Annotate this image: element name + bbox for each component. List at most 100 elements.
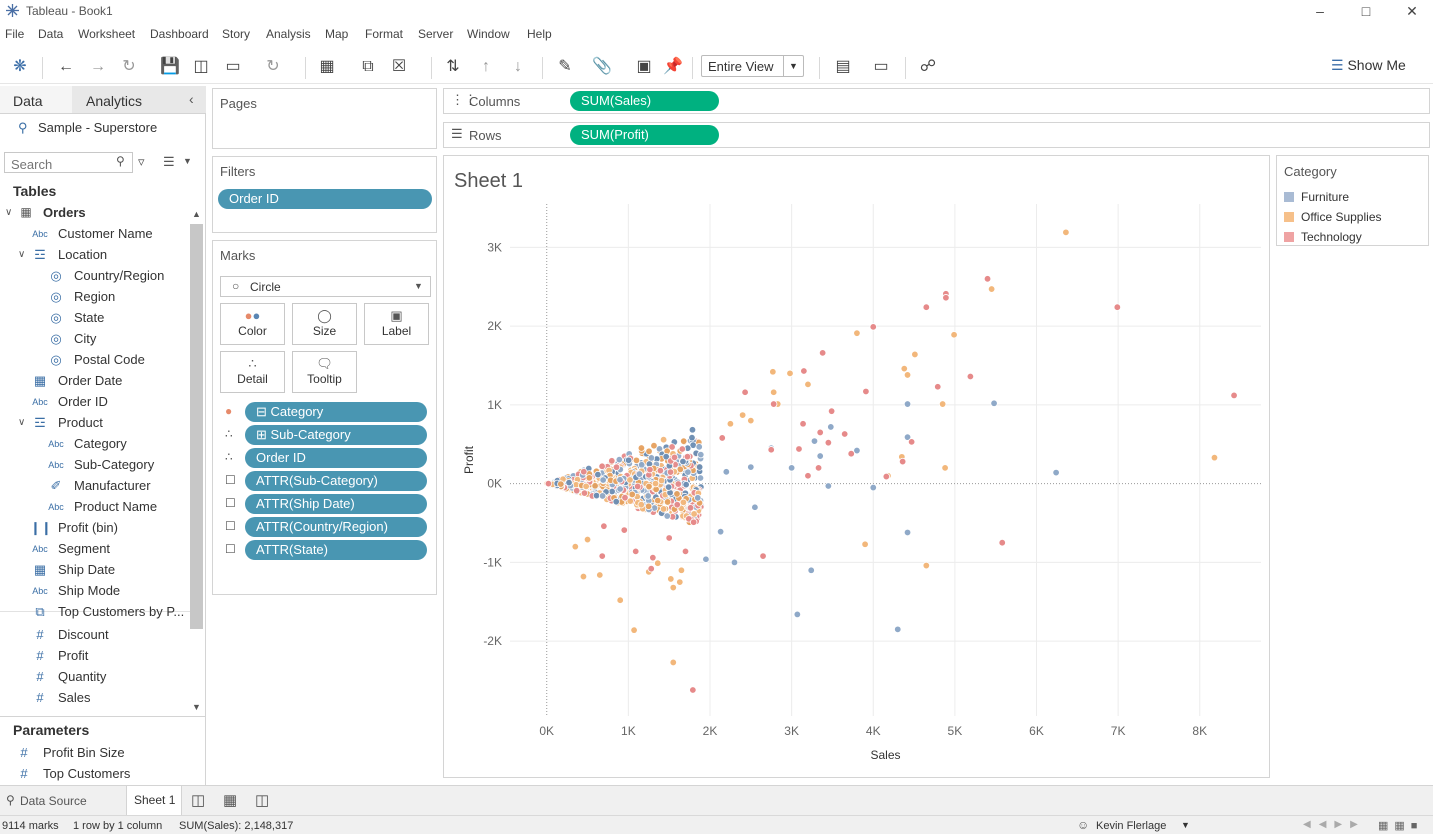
collapse-pane-icon[interactable]: ‹ bbox=[189, 91, 194, 107]
filter-icon[interactable]: ▿ bbox=[138, 154, 145, 170]
user-menu-chevron-icon[interactable]: ▼ bbox=[1181, 820, 1190, 830]
marks-pill-attr-sub-category[interactable]: ATTR(Sub-Category) bbox=[245, 471, 427, 491]
view-options-icon[interactable]: ☰ bbox=[163, 154, 175, 170]
pin-axes-icon[interactable]: 📌 bbox=[662, 56, 684, 78]
maximize-button[interactable]: □ bbox=[1343, 0, 1389, 22]
show-cards-icon[interactable]: ▤ bbox=[832, 56, 854, 78]
pages-shelf[interactable]: Pages bbox=[212, 88, 437, 149]
field-ship-date[interactable]: ▦ Ship Date bbox=[0, 562, 188, 583]
field-discount[interactable]: # Discount bbox=[0, 627, 188, 648]
collapse-icon[interactable]: ∨ bbox=[18, 417, 25, 428]
columns-shelf[interactable]: ⋮⋮ Columns SUM(Sales) bbox=[443, 88, 1430, 114]
field-location[interactable]: ∨ ☲ Location bbox=[0, 247, 188, 268]
highlight-icon[interactable]: ✎ bbox=[554, 56, 576, 78]
menu-file[interactable]: File bbox=[5, 27, 24, 41]
tab-data-source[interactable]: Data Source bbox=[20, 794, 87, 808]
duplicate-sheet-icon[interactable]: ⧉ bbox=[357, 56, 379, 78]
marks-pill-attr-ship-date[interactable]: ATTR(Ship Date) bbox=[245, 494, 427, 514]
replay-icon[interactable]: ↻ bbox=[118, 56, 140, 78]
show-mark-labels-icon[interactable]: ▣ bbox=[633, 56, 655, 78]
scatter-plot[interactable]: 0K 1K 2K 3K 4K 5K 6K 7K 8K 3K 2K 1K 0K -1K -2K Sales Pro… bbox=[444, 156, 1269, 777]
field-sales[interactable]: # Sales bbox=[0, 690, 188, 711]
filter-pill-order-id[interactable]: Order ID bbox=[218, 189, 432, 209]
tooltip-button[interactable]: 🗨 Tooltip bbox=[292, 351, 357, 393]
new-worksheet-tab-icon[interactable]: ◫ bbox=[191, 791, 205, 809]
marks-pill-attr-state[interactable]: ATTR(State) bbox=[245, 540, 427, 560]
fit-dropdown[interactable]: Entire View ▼ bbox=[701, 55, 804, 77]
field-sub-category[interactable]: Abc Sub-Category bbox=[0, 457, 188, 478]
field-quantity[interactable]: # Quantity bbox=[0, 669, 188, 690]
status-user[interactable]: Kevin Flerlage bbox=[1096, 820, 1166, 832]
datasource-name[interactable]: Sample - Superstore bbox=[38, 120, 157, 135]
scroll-down-icon[interactable]: ▼ bbox=[192, 702, 201, 712]
menu-window[interactable]: Window bbox=[467, 27, 510, 41]
detail-button[interactable]: ∴ Detail bbox=[220, 351, 285, 393]
legend-item-technology[interactable]: Technology bbox=[1284, 230, 1362, 244]
menu-data[interactable]: Data bbox=[38, 27, 63, 41]
new-story-tab-icon[interactable]: ◫ bbox=[255, 791, 269, 809]
tab-analytics[interactable]: Analytics bbox=[72, 86, 206, 114]
sheet-nav-icons[interactable]: ◀◀▶▶ bbox=[1303, 819, 1366, 830]
mark-type-dropdown[interactable]: ○ Circle ▼ bbox=[220, 276, 431, 297]
field-profit[interactable]: # Profit bbox=[0, 648, 188, 669]
scroll-up-icon[interactable]: ▲ bbox=[192, 209, 201, 219]
tab-sheet-1[interactable]: Sheet 1 bbox=[126, 786, 182, 815]
menu-story[interactable]: Story bbox=[222, 27, 250, 41]
field-product[interactable]: ∨ ☲ Product bbox=[0, 415, 188, 436]
color-button[interactable]: ●● Color bbox=[220, 303, 285, 345]
menu-format[interactable]: Format bbox=[365, 27, 403, 41]
expand-box-icon[interactable]: ⊞ bbox=[256, 427, 271, 442]
field-state[interactable]: ◎ State bbox=[0, 310, 188, 331]
pause-updates-icon[interactable]: ▭ bbox=[222, 56, 244, 78]
label-button[interactable]: ▣ Label bbox=[364, 303, 429, 345]
field-ship-mode[interactable]: Abc Ship Mode bbox=[0, 583, 188, 604]
new-worksheet-icon[interactable]: ▦ bbox=[316, 56, 338, 78]
size-button[interactable]: ◯ Size bbox=[292, 303, 357, 345]
legend-item-furniture[interactable]: Furniture bbox=[1284, 190, 1349, 204]
filters-shelf[interactable]: Filters Order ID bbox=[212, 156, 437, 233]
field-country-region[interactable]: ◎ Country/Region bbox=[0, 268, 188, 289]
menu-map[interactable]: Map bbox=[325, 27, 348, 41]
close-button[interactable]: ✕ bbox=[1389, 0, 1433, 22]
rows-shelf[interactable]: ☰ Rows SUM(Profit) bbox=[443, 122, 1430, 148]
menu-analysis[interactable]: Analysis bbox=[266, 27, 311, 41]
field-product-name[interactable]: Abc Product Name bbox=[0, 499, 188, 520]
redo-icon[interactable]: → bbox=[87, 56, 109, 78]
show-me-button[interactable]: ☰ Show Me bbox=[1331, 57, 1406, 74]
tab-data[interactable]: Data bbox=[0, 86, 72, 114]
swap-rows-columns-icon[interactable]: ⇅ bbox=[442, 56, 464, 78]
field-top-customers-by-p[interactable]: ⧉ Top Customers by P... bbox=[0, 604, 188, 625]
share-icon[interactable]: ☍ bbox=[917, 56, 939, 78]
marks-pill-sub-category[interactable]: ⊞ Sub-Category bbox=[245, 425, 427, 445]
clear-sheet-icon[interactable]: ☒ bbox=[388, 56, 410, 78]
sort-descending-icon[interactable]: ↓ bbox=[507, 56, 529, 78]
marks-pill-category[interactable]: ⊟ Category bbox=[245, 402, 427, 422]
tableau-home-icon[interactable]: ❋ bbox=[9, 56, 31, 78]
marks-pill-attr-country-region[interactable]: ATTR(Country/Region) bbox=[245, 517, 427, 537]
field-order-date[interactable]: ▦ Order Date bbox=[0, 373, 188, 394]
legend-item-office-supplies[interactable]: Office Supplies bbox=[1284, 210, 1382, 224]
color-legend[interactable]: Category Furniture Office Supplies Techn… bbox=[1276, 155, 1429, 246]
collapse-box-icon[interactable]: ⊟ bbox=[256, 404, 271, 419]
collapse-icon[interactable]: ∨ bbox=[18, 249, 25, 260]
new-dashboard-tab-icon[interactable]: ▦ bbox=[223, 791, 237, 809]
view-mode-icons[interactable]: ▦▦■ bbox=[1378, 819, 1423, 832]
field-category[interactable]: Abc Category bbox=[0, 436, 188, 457]
menu-help[interactable]: Help bbox=[527, 27, 552, 41]
parameter-item[interactable]: # Top Customers bbox=[0, 766, 190, 787]
menu-server[interactable]: Server bbox=[418, 27, 453, 41]
undo-icon[interactable]: ← bbox=[55, 56, 77, 78]
scrollbar-thumb[interactable] bbox=[190, 224, 203, 629]
field-city[interactable]: ◎ City bbox=[0, 331, 188, 352]
field-segment[interactable]: Abc Segment bbox=[0, 541, 188, 562]
field-profit-bin[interactable]: ❙❙ Profit (bin) bbox=[0, 520, 188, 541]
refresh-icon[interactable]: ↻ bbox=[262, 56, 284, 78]
view-options-chevron-icon[interactable]: ▼ bbox=[183, 156, 192, 166]
field-postal-code[interactable]: ◎ Postal Code bbox=[0, 352, 188, 373]
search-input[interactable] bbox=[4, 152, 133, 173]
marks-pill-order-id[interactable]: Order ID bbox=[245, 448, 427, 468]
menu-worksheet[interactable]: Worksheet bbox=[78, 27, 135, 41]
table-orders[interactable]: ∨ ▦ Orders bbox=[0, 205, 188, 226]
rows-pill-sum-profit[interactable]: SUM(Profit) bbox=[570, 125, 719, 145]
sort-ascending-icon[interactable]: ↑ bbox=[475, 56, 497, 78]
